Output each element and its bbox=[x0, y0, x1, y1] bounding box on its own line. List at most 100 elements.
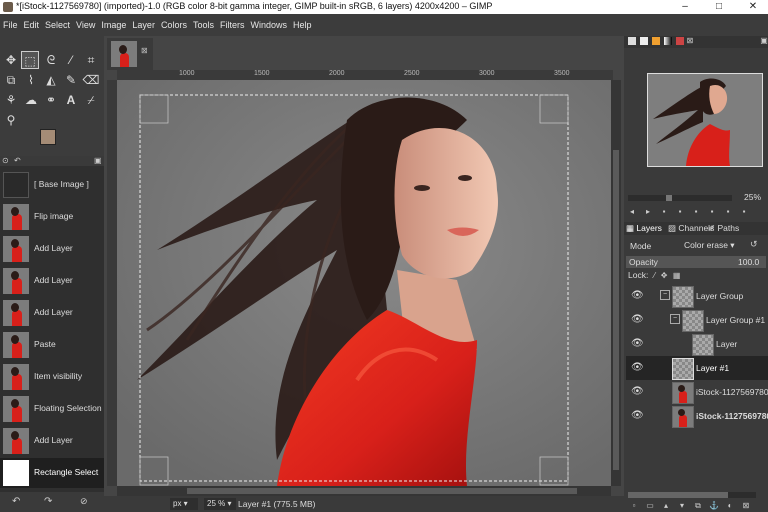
menu-help[interactable]: Help bbox=[290, 14, 315, 36]
layer-row[interactable]: 👁 − Layer Group #1 bbox=[626, 308, 768, 332]
dock-menu-icon[interactable]: ▣ bbox=[756, 36, 768, 45]
layer-row[interactable]: 👁 iStock-1127569780 bbox=[626, 380, 768, 404]
layer-row[interactable]: 👁 Layer bbox=[626, 332, 768, 356]
visibility-eye-icon[interactable]: 👁 bbox=[631, 386, 644, 397]
foreground-color-swatch[interactable] bbox=[40, 129, 56, 145]
smudge-tool-icon[interactable]: ☁ bbox=[22, 91, 40, 109]
horizontal-scrollbar[interactable] bbox=[117, 486, 611, 496]
menu-layer[interactable]: Layer bbox=[129, 14, 158, 36]
lock-alpha-icon[interactable]: ▦ bbox=[673, 271, 681, 280]
undo-item[interactable]: Paste bbox=[0, 330, 104, 360]
redo-button-icon[interactable]: ↷ bbox=[44, 496, 52, 507]
nav-fit-icon[interactable]: ▪ bbox=[656, 207, 672, 216]
lock-position-icon[interactable]: ✥ bbox=[661, 271, 668, 280]
image-tab[interactable]: ⊠ bbox=[107, 38, 153, 70]
undo-tab-icon[interactable]: ↶ bbox=[14, 156, 21, 165]
nav-fill-icon[interactable]: ▪ bbox=[672, 207, 688, 216]
color-picker-tool-icon[interactable]: ⌿ bbox=[82, 91, 100, 109]
crop-tool-icon[interactable]: ⌗ bbox=[82, 51, 100, 69]
collapse-group-icon[interactable]: − bbox=[670, 314, 680, 324]
history-tab-icon[interactable]: ⊙ bbox=[2, 156, 9, 165]
undo-item[interactable]: Add Layer bbox=[0, 298, 104, 328]
layer-row[interactable]: 👁 iStock-1127569780 bbox=[626, 404, 768, 428]
nav-shrink-icon[interactable]: ▪ bbox=[704, 207, 720, 216]
reset-mode-icon[interactable]: ↺ bbox=[750, 239, 758, 250]
nav-zoom-in-icon[interactable]: ▸ bbox=[640, 207, 656, 216]
eraser-tool-icon[interactable]: ⌫ bbox=[82, 71, 100, 89]
close-dock-icon[interactable]: ⊠ bbox=[682, 36, 698, 45]
new-layer-icon[interactable]: ▫ bbox=[626, 501, 642, 510]
raise-layer-icon[interactable]: ▴ bbox=[658, 501, 674, 510]
lock-pixels-icon[interactable]: ⁄ bbox=[654, 271, 655, 280]
rect-select-tool-icon[interactable]: ⬚ bbox=[21, 51, 39, 69]
transform-tool-icon[interactable]: ⧉ bbox=[2, 71, 20, 89]
layers-hscroll[interactable] bbox=[628, 492, 756, 498]
zoom-select[interactable]: 25 % ▾ bbox=[204, 498, 236, 510]
visibility-eye-icon[interactable]: 👁 bbox=[631, 410, 644, 421]
undo-item[interactable]: Flip image bbox=[0, 202, 104, 232]
navigation-preview[interactable] bbox=[647, 73, 763, 167]
lower-layer-icon[interactable]: ▾ bbox=[674, 501, 690, 510]
undo-item[interactable]: [ Base Image ] bbox=[0, 170, 104, 200]
minimize-button[interactable]: – bbox=[670, 0, 700, 14]
menu-file[interactable]: File bbox=[0, 14, 21, 36]
menu-view[interactable]: View bbox=[73, 14, 98, 36]
nav-revert-icon[interactable]: ▪ bbox=[688, 207, 704, 216]
visibility-eye-icon[interactable]: 👁 bbox=[631, 290, 644, 301]
mask-layer-icon[interactable]: ◐ bbox=[722, 501, 738, 510]
navigation-tab-icon[interactable] bbox=[628, 37, 636, 45]
menu-image[interactable]: Image bbox=[98, 14, 129, 36]
collapse-group-icon[interactable]: − bbox=[660, 290, 670, 300]
bucket-fill-tool-icon[interactable]: ◭ bbox=[42, 71, 60, 89]
gradient-tab-icon[interactable] bbox=[664, 37, 672, 45]
lasso-tool-icon[interactable]: ᘓ bbox=[42, 51, 60, 69]
nav-menu-icon[interactable]: ▪ bbox=[736, 207, 752, 216]
new-group-icon[interactable]: ▭ bbox=[642, 501, 658, 510]
visibility-eye-icon[interactable]: 👁 bbox=[631, 314, 644, 325]
paintbrush-tool-icon[interactable]: ✎ bbox=[62, 71, 80, 89]
warp-tool-icon[interactable]: ⌇ bbox=[22, 71, 40, 89]
menu-windows[interactable]: Windows bbox=[247, 14, 290, 36]
menu-edit[interactable]: Edit bbox=[21, 14, 43, 36]
menu-colors[interactable]: Colors bbox=[158, 14, 190, 36]
clear-history-icon[interactable]: ⊘ bbox=[80, 496, 88, 507]
visibility-eye-icon[interactable]: 👁 bbox=[631, 338, 644, 349]
horizontal-scroll-thumb[interactable] bbox=[187, 488, 577, 494]
undo-button-icon[interactable]: ↶ bbox=[12, 496, 20, 507]
mode-select[interactable]: Color erase ▾ bbox=[684, 240, 735, 251]
menu-filters[interactable]: Filters bbox=[217, 14, 248, 36]
nav-zoom-out-icon[interactable]: ◂ bbox=[624, 207, 640, 216]
text-tool-icon[interactable]: A bbox=[62, 91, 80, 109]
layer-row-selected[interactable]: 👁 Layer #1 bbox=[626, 356, 768, 380]
vertical-scroll-thumb[interactable] bbox=[613, 150, 619, 470]
tab-paths[interactable]: ✐ Paths bbox=[708, 223, 739, 234]
undo-item[interactable]: Add Layer bbox=[0, 234, 104, 264]
nav-zoom-slider[interactable] bbox=[628, 195, 732, 201]
close-button[interactable]: ✕ bbox=[738, 0, 768, 14]
fuzzy-select-tool-icon[interactable]: ⁄ bbox=[62, 51, 80, 69]
undo-item-selected[interactable]: Rectangle Select bbox=[0, 458, 104, 488]
dock-menu-icon[interactable]: ▣ bbox=[94, 156, 102, 165]
opacity-row[interactable]: Opacity 100.0 bbox=[626, 256, 766, 268]
unit-select[interactable]: px ▾ bbox=[170, 498, 198, 510]
visibility-eye-icon[interactable]: 👁 bbox=[631, 362, 644, 373]
undo-item[interactable]: Floating Selection t bbox=[0, 394, 104, 424]
palette-tab-icon[interactable] bbox=[652, 37, 660, 45]
undo-item[interactable]: Item visibility bbox=[0, 362, 104, 392]
duplicate-layer-icon[interactable]: ⧉ bbox=[690, 501, 706, 511]
tool-options-tab-icon[interactable] bbox=[640, 37, 648, 45]
undo-item[interactable]: Add Layer bbox=[0, 266, 104, 296]
layer-row[interactable]: 👁 − Layer Group bbox=[626, 284, 768, 308]
menu-tools[interactable]: Tools bbox=[190, 14, 217, 36]
tab-layers[interactable]: ▦ Layers bbox=[626, 223, 662, 234]
zoom-tool-icon[interactable]: ⚲ bbox=[2, 111, 20, 129]
move-tool-icon[interactable]: ✥ bbox=[2, 51, 20, 69]
clone-tool-icon[interactable]: ⚘ bbox=[2, 91, 20, 109]
vertical-scrollbar[interactable] bbox=[611, 80, 621, 486]
menu-select[interactable]: Select bbox=[42, 14, 73, 36]
path-tool-icon[interactable]: ⚭ bbox=[42, 91, 60, 109]
nav-1to1-icon[interactable]: ▪ bbox=[720, 207, 736, 216]
delete-layer-icon[interactable]: ⊠ bbox=[738, 501, 754, 510]
maximize-button[interactable]: □ bbox=[704, 0, 734, 14]
undo-item[interactable]: Add Layer bbox=[0, 426, 104, 456]
